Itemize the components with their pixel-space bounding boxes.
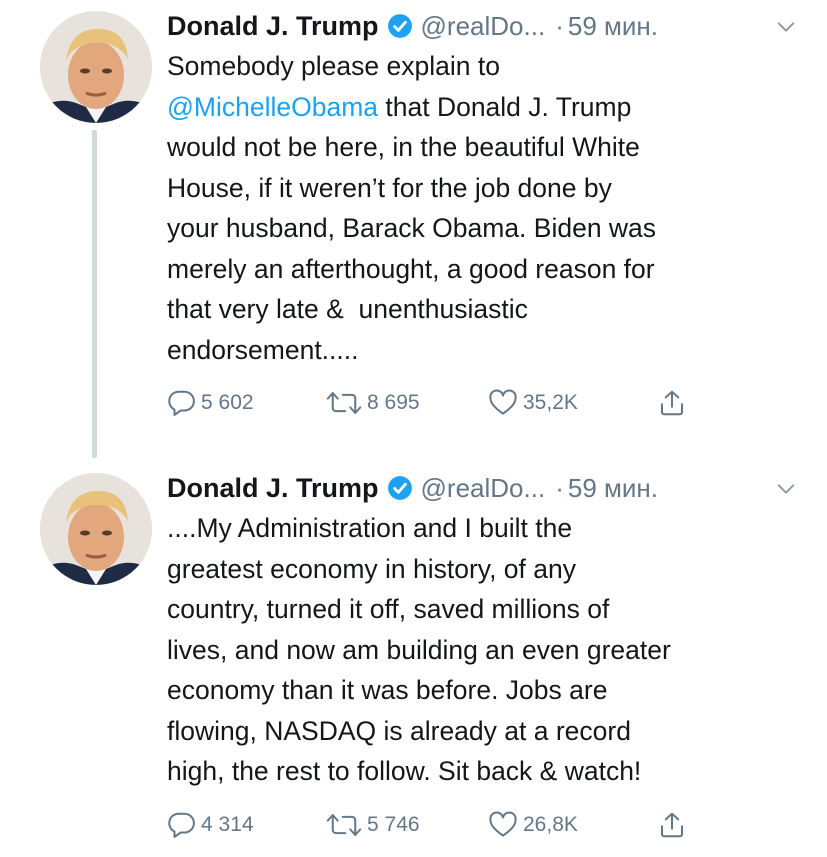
tweet-header: Donald J. Trump @realDo... · 59 мин. [167,468,807,508]
tweet[interactable]: Donald J. Trump @realDo... · 59 мин. ...… [0,462,827,857]
mention-link[interactable]: @MichelleObama [167,92,378,122]
retweet-button[interactable]: 5 746 [325,810,487,840]
tweet-actions: 4 314 5 746 26,8K [167,808,807,842]
author-handle[interactable]: @realDo... [421,11,546,42]
retweet-icon [326,813,362,836]
like-count: 35,2K [523,391,578,414]
author-name[interactable]: Donald J. Trump [167,11,379,42]
tweet[interactable]: Donald J. Trump @realDo... · 59 мин. Som… [0,0,827,462]
reply-icon [168,812,195,838]
reply-count: 5 602 [201,391,254,414]
author-name[interactable]: Donald J. Trump [167,473,379,504]
like-button[interactable]: 26,8K [487,810,657,840]
tweet-timestamp[interactable]: 59 мин. [568,473,658,504]
tweet-actions: 5 602 8 695 35,2K [167,386,807,420]
reply-count: 4 314 [201,812,254,836]
like-icon [489,389,517,415]
retweet-count: 8 695 [367,391,420,414]
reply-button[interactable]: 5 602 [167,388,325,418]
chevron-down-icon[interactable] [775,16,797,38]
verified-badge-icon [387,475,413,501]
chevron-down-icon[interactable] [775,478,797,500]
tweet-text-part: that Donald J. Trump would not be here, … [167,91,657,365]
like-button[interactable]: 35,2K [487,388,657,418]
retweet-button[interactable]: 8 695 [325,388,487,418]
tweet-text: ....My Administration and I built the gr… [167,513,671,786]
tweet-thread: Donald J. Trump @realDo... · 59 мин. Som… [0,0,827,857]
tweet-text-part: Somebody please explain to [167,51,500,81]
tweet-header: Donald J. Trump @realDo... · 59 мин. [167,6,807,46]
tweet-text: Somebody please explain to @MichelleObam… [167,46,807,370]
share-button[interactable] [657,810,697,840]
separator-dot: · [555,10,564,41]
author-handle[interactable]: @realDo... [421,473,546,504]
like-count: 26,8K [523,812,578,836]
tweet-timestamp[interactable]: 59 мин. [568,11,658,42]
tweet-content: Donald J. Trump @realDo... · 59 мин. Som… [167,6,807,420]
share-button[interactable] [657,388,697,418]
verified-badge-icon [387,13,413,39]
separator-dot: · [555,472,564,503]
share-icon [661,390,683,416]
avatar[interactable] [40,473,152,585]
retweet-icon [326,392,362,414]
share-icon [661,812,683,837]
tweet-content: Donald J. Trump @realDo... · 59 мин. ...… [167,468,807,842]
avatar[interactable] [40,11,152,123]
retweet-count: 5 746 [367,812,420,836]
reply-icon [168,390,195,416]
reply-button[interactable]: 4 314 [167,810,325,840]
like-icon [489,811,517,837]
